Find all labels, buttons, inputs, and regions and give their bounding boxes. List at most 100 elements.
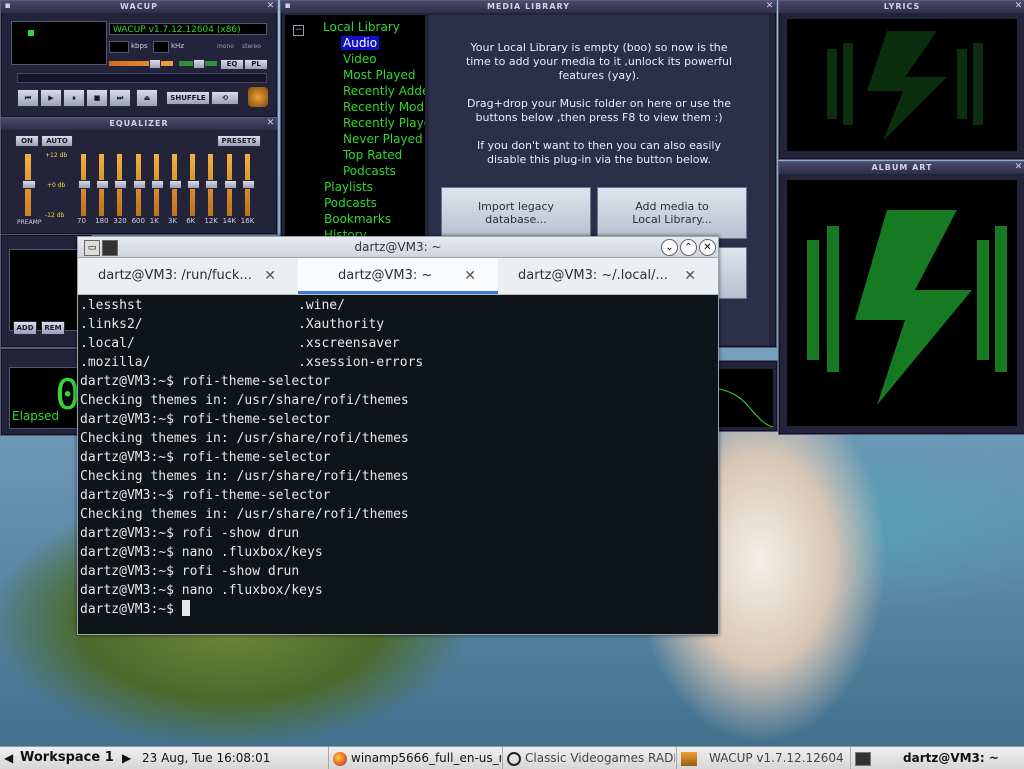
eq-on-button[interactable]: ON (15, 135, 39, 147)
terminal-window[interactable]: ▭ dartz@VM3: ~ ⌄ ⌃ ✕ dartz@VM3: /run/fuc… (77, 236, 719, 635)
command-output: Checking themes in: /usr/share/rofi/them… (80, 469, 409, 484)
eq-auto-button[interactable]: AUTO (41, 135, 73, 147)
eq-band-thumb[interactable] (132, 180, 146, 189)
tab-close-icon[interactable]: ✕ (684, 258, 696, 294)
tree-recently-played[interactable]: Recently Playe (343, 116, 425, 130)
prev-workspace-icon[interactable]: ◀ (4, 747, 14, 769)
repeat-button[interactable]: ⟲ (211, 91, 239, 105)
song-title-display[interactable]: WACUP v1.7.12.12604 (x86) (109, 23, 267, 35)
equalizer-window[interactable]: EQUALIZER ✕ ON AUTO PRESETS +12 db +0 db… (0, 117, 278, 235)
stop-button[interactable]: ■ (86, 89, 108, 107)
tab-local[interactable]: dartz@VM3: ~/.local/... ✕ (498, 258, 718, 294)
next-button[interactable]: ⏭ (109, 89, 131, 107)
volume-thumb[interactable] (149, 59, 161, 69)
media-library-titlebar[interactable]: MEDIA LIBRARY (281, 1, 776, 13)
workspace-name[interactable]: Workspace 1 (20, 747, 120, 769)
ls-entry: .lesshst (80, 298, 143, 313)
pl-toggle-button[interactable]: PL (244, 59, 268, 70)
eq-band-thumb[interactable] (187, 180, 201, 189)
eject-button[interactable]: ⏏ (136, 89, 158, 107)
close-icon[interactable]: ✕ (266, 2, 275, 11)
tab-run[interactable]: dartz@VM3: /run/fuck... ✕ (78, 258, 298, 294)
prompt-user: dartz@VM3 (80, 602, 151, 617)
eq-band-thumb[interactable] (241, 180, 255, 189)
kbps-display (109, 41, 129, 53)
tab-close-icon[interactable]: ✕ (264, 258, 276, 294)
eq-band-thumb[interactable] (150, 180, 164, 189)
tree-podcasts-sub[interactable]: Podcasts (343, 164, 396, 178)
album-art-titlebar[interactable]: ALBUM ART (779, 162, 1024, 174)
menu-icon[interactable]: ▪ (283, 2, 292, 11)
maximize-icon[interactable]: ⌃ (680, 239, 697, 256)
prev-button[interactable]: ⏮ (17, 89, 39, 107)
menu-icon[interactable]: ▪ (3, 2, 12, 11)
ls-entry: .xsession-errors (298, 355, 424, 370)
balance-thumb[interactable] (193, 59, 205, 69)
tree-audio[interactable]: Audio (341, 36, 380, 50)
album-art-window[interactable]: ALBUM ART ✕ (778, 161, 1024, 435)
tree-video[interactable]: Video (343, 52, 377, 66)
prompt-path: :~$ (150, 602, 174, 617)
wacup-logo-icon[interactable] (248, 87, 268, 107)
volume-slider[interactable] (109, 61, 173, 66)
seek-bar[interactable] (17, 73, 267, 83)
preamp-thumb[interactable] (22, 180, 36, 189)
eq-band-thumb[interactable] (205, 180, 219, 189)
playlist-area[interactable] (9, 249, 87, 331)
task-firefox[interactable]: winamp5666_full_en-us_re (328, 747, 501, 769)
eq-toggle-button[interactable]: EQ (220, 59, 244, 70)
close-icon[interactable]: ✕ (266, 119, 275, 128)
eq-band-thumb[interactable] (223, 180, 237, 189)
command: nano .fluxbox/keys (173, 583, 323, 598)
eq-band-label: 14K (222, 217, 237, 225)
visualizer-display[interactable] (11, 21, 107, 65)
visualizer-window[interactable] (716, 360, 778, 432)
tree-local-library[interactable]: Local Library (323, 20, 400, 34)
prompt-user: dartz@VM3 (80, 545, 151, 560)
eq-band-thumb[interactable] (96, 180, 110, 189)
tab-home[interactable]: dartz@VM3: ~ ✕ (298, 258, 498, 294)
task-radio[interactable]: Classic Videogames RADIO (502, 747, 675, 769)
tab-close-icon[interactable]: ✕ (464, 258, 476, 294)
command: rofi -show drun (173, 526, 300, 541)
playlist-rem-button[interactable]: REM (41, 321, 65, 335)
mono-label: mono (217, 43, 234, 50)
eq-band-thumb[interactable] (169, 180, 182, 189)
tree-never-played[interactable]: Never Played (343, 132, 423, 146)
winamp-main-window[interactable]: WACUP ▪ ✕ WACUP v1.7.12.12604 (x86) kbps… (0, 0, 278, 118)
task-terminal[interactable]: dartz@VM3: ~ (850, 747, 1024, 769)
shuffle-button[interactable]: SHUFFLE (166, 91, 210, 105)
play-button[interactable]: ▶ (40, 89, 62, 107)
minimize-icon[interactable]: ⌄ (661, 239, 678, 256)
tree-playlists[interactable]: Playlists (324, 180, 373, 194)
tree-bookmarks[interactable]: Bookmarks (324, 212, 391, 226)
tree-recently-modified[interactable]: Recently Modifi (343, 100, 425, 114)
tree-recently-added[interactable]: Recently Adde (343, 84, 425, 98)
eq-band-thumb[interactable] (114, 180, 128, 189)
winamp-titlebar[interactable]: WACUP (1, 1, 277, 13)
tree-top-rated[interactable]: Top Rated (343, 148, 402, 162)
terminal-titlebar[interactable]: ▭ dartz@VM3: ~ ⌄ ⌃ ✕ (78, 237, 718, 258)
pause-button[interactable]: ⏸ (63, 89, 85, 107)
lyrics-window[interactable]: LYRICS ✕ (778, 0, 1024, 160)
eq-presets-button[interactable]: PRESETS (217, 135, 261, 147)
equalizer-titlebar[interactable]: EQUALIZER (1, 118, 277, 130)
tree-podcasts[interactable]: Podcasts (324, 196, 377, 210)
next-workspace-icon[interactable]: ▶ (122, 747, 132, 769)
close-icon[interactable]: ✕ (1014, 163, 1023, 172)
firefox-icon (333, 751, 347, 766)
import-legacy-button[interactable]: Import legacy database... (441, 187, 591, 239)
prompt-path: :~$ (150, 526, 174, 541)
terminal-output[interactable]: .lesshst .wine/ .links2/ .Xauthority .local/… (80, 296, 716, 632)
command: nano .fluxbox/keys (173, 545, 323, 560)
add-media-button[interactable]: Add media to Local Library... (597, 187, 747, 239)
collapse-icon[interactable]: − (293, 25, 304, 36)
task-wacup[interactable]: WACUP v1.7.12.12604 (676, 747, 849, 769)
playlist-add-button[interactable]: ADD (13, 321, 37, 335)
tree-most-played[interactable]: Most Played (343, 68, 416, 82)
close-icon[interactable]: ✕ (765, 2, 774, 11)
close-icon[interactable]: ✕ (1014, 2, 1023, 11)
close-icon[interactable]: ✕ (699, 239, 716, 256)
lyrics-titlebar[interactable]: LYRICS (779, 1, 1024, 13)
eq-band-thumb[interactable] (78, 180, 91, 189)
